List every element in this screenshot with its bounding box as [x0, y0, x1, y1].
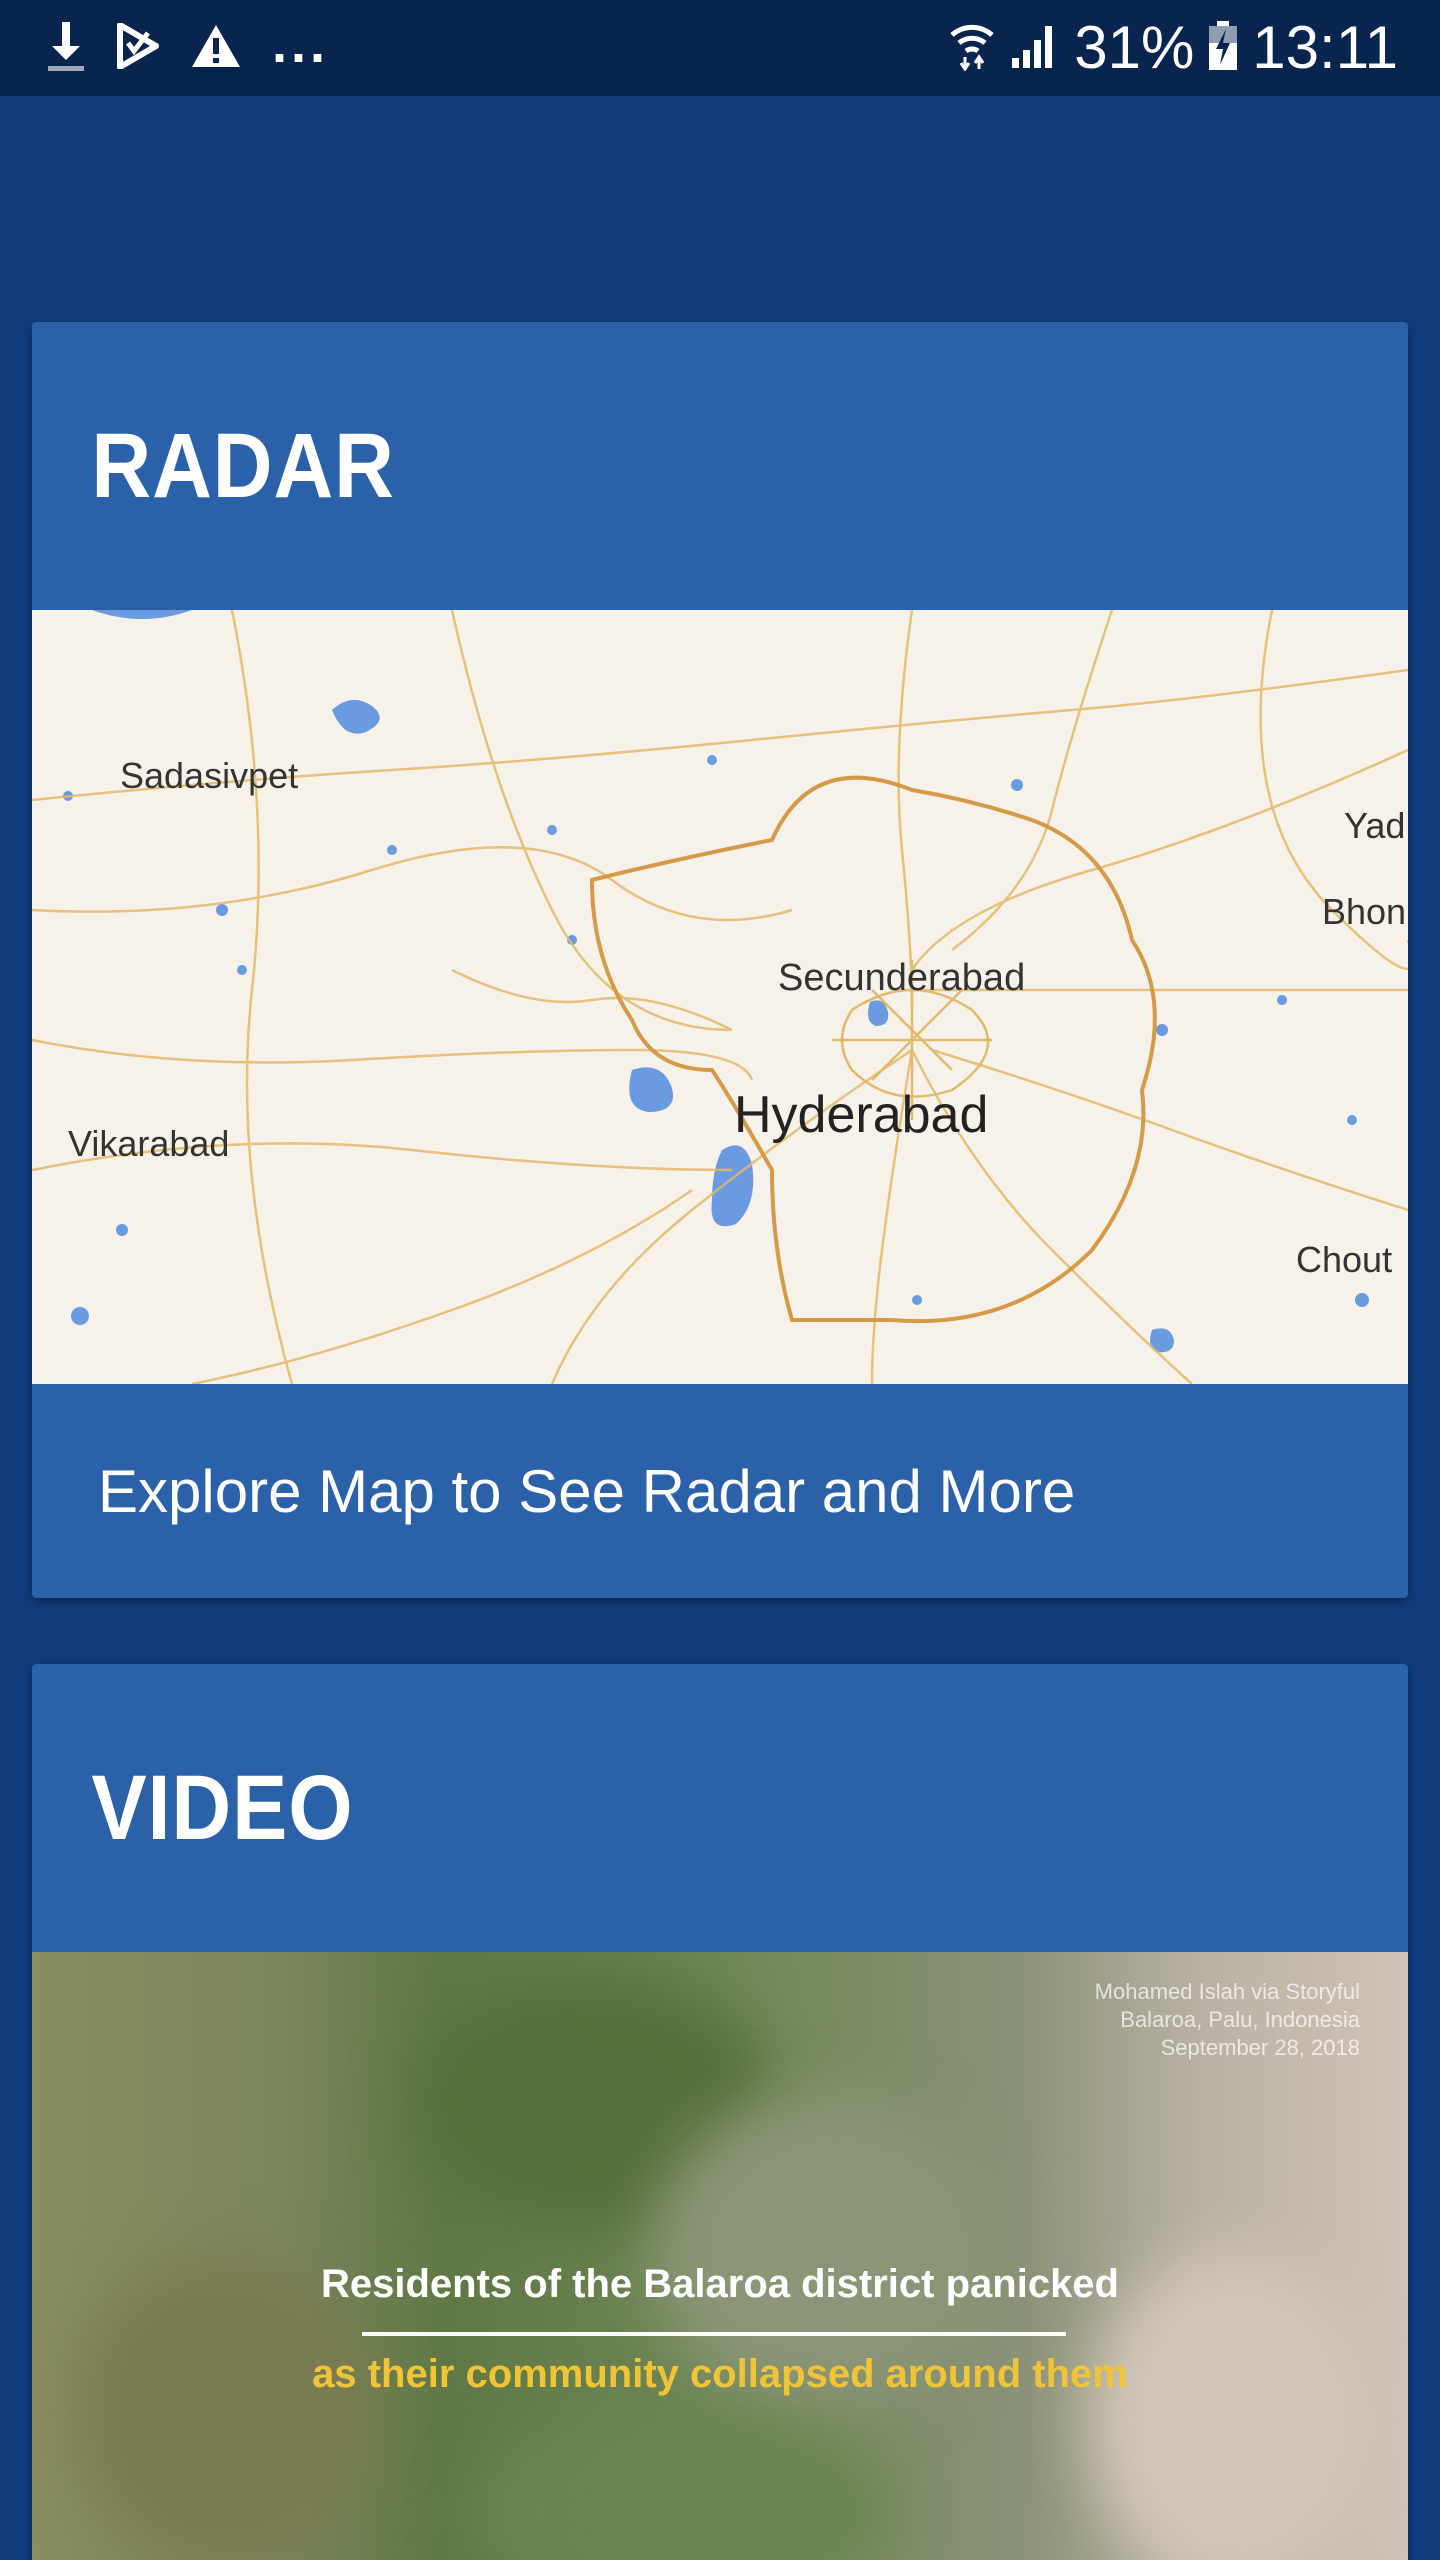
clock: 13:11 [1252, 14, 1398, 81]
radar-explore-link[interactable]: Explore Map to See Radar and More [32, 1384, 1408, 1598]
map-label-yad: Yad [1344, 805, 1405, 846]
status-left: ... [46, 14, 359, 77]
video-thumbnail[interactable]: Mohamed Islah via Storyful Balaroa, Palu… [32, 1952, 1408, 2560]
play-store-icon [116, 21, 160, 74]
warning-icon [190, 23, 242, 74]
video-credit-line: September 28, 2018 [1160, 2035, 1360, 2060]
map-label-bhon: Bhon [1322, 891, 1406, 932]
download-icon [46, 20, 86, 77]
radar-map[interactable]: Sadasivpet Secunderabad Hyderabad Vikara… [32, 610, 1408, 1384]
video-credit-line: Mohamed Islah via Storyful [1094, 1979, 1360, 2004]
map-label-hyderabad: Hyderabad [734, 1086, 988, 1144]
status-bar: ... 31% 13:11 [0, 0, 1440, 96]
caption-divider [362, 2332, 1066, 2336]
wifi-icon [948, 21, 996, 76]
more-notifications: ... [272, 14, 330, 74]
map-label-secunderabad: Secunderabad [778, 957, 1025, 999]
app-header [0, 96, 1440, 322]
video-caption-line1: Residents of the Balaroa district panick… [321, 2262, 1119, 2306]
video-card-title: VIDEO [91, 1756, 354, 1859]
video-card[interactable]: VIDEO Mohamed Islah via Storyful Balaroa… [32, 1664, 1408, 2560]
battery-percent: 31% [1074, 14, 1195, 81]
signal-icon [1010, 22, 1060, 75]
video-credit-line: Balaroa, Palu, Indonesia [1120, 2007, 1360, 2032]
video-credit: Mohamed Islah via Storyful Balaroa, Palu… [1095, 1978, 1360, 2062]
map-label-chout: Chout [1296, 1239, 1392, 1280]
radar-card[interactable]: RADAR Sadasivpet Secunderabad Hyderabad … [32, 322, 1408, 1598]
map-label-vikarabad: Vikarabad [68, 1123, 229, 1164]
status-right: 31% 13:11 [934, 18, 1398, 78]
map-label-sadasivpet: Sadasivpet [120, 755, 298, 796]
battery-charging-icon [1208, 20, 1238, 76]
radar-card-title: RADAR [91, 414, 395, 517]
video-caption-line2: as their community collapsed around them [312, 2352, 1128, 2396]
